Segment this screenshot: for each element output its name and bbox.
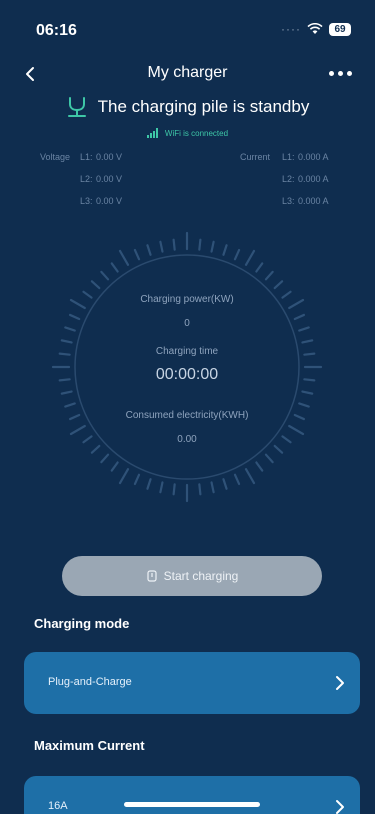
more-icon-dot	[337, 70, 343, 76]
charging-mode-value: Plug-and-Charge	[48, 676, 132, 688]
current-value: 0.000 A	[298, 174, 329, 184]
status-bar: 06:16 ···· 69	[0, 0, 375, 50]
current-value: 0.000 A	[298, 196, 329, 206]
charging-time-label: Charging time	[155, 346, 219, 357]
more-icon-dot	[346, 70, 352, 76]
battery-indicator: 69	[329, 22, 351, 36]
voltage-value: 0.00 V	[96, 196, 123, 206]
current-label: Current	[240, 152, 271, 162]
start-charging-button[interactable]: Start charging	[62, 556, 322, 596]
charging-mode-title: Charging mode	[34, 616, 130, 631]
charging-power-label: Charging power(KW)	[140, 294, 234, 305]
current-phase: L1:	[282, 152, 295, 162]
page-title: My charger	[147, 64, 228, 81]
status-icons: ···· 69	[281, 22, 351, 36]
home-indicator	[124, 802, 260, 807]
cellular-signal-icon: ····	[281, 22, 301, 36]
power-icon	[147, 570, 157, 582]
charging-time-value: 00:00:00	[155, 366, 219, 383]
start-charging-label: Start charging	[163, 569, 239, 583]
maximum-current-value: 16A	[48, 800, 68, 812]
current-phase: L3:	[282, 196, 295, 206]
voltage-label: Voltage	[40, 152, 71, 162]
charger-status: The charging pile is standby	[0, 96, 375, 118]
electrical-readings: Voltage L1: 0.00 V L2: 0.00 V L3: 0.00 V…	[0, 152, 375, 212]
more-icon	[328, 70, 334, 76]
charging-mode-selector[interactable]: Plug-and-Charge	[24, 652, 360, 714]
chevron-right-icon	[336, 676, 344, 690]
nav-bar: My charger	[0, 56, 375, 90]
current-value: 0.000 A	[298, 152, 329, 162]
wifi-icon	[307, 23, 323, 34]
charger-status-text: The charging pile is standby	[97, 97, 310, 116]
wifi-status-text: WiFi is connected	[164, 128, 229, 138]
consumed-electricity-value: 0.00	[177, 434, 197, 445]
charging-power-value: 0	[184, 318, 190, 329]
charging-pile-icon	[67, 97, 86, 117]
voltage-value: 0.00 V	[96, 152, 123, 162]
current-phase: L2:	[282, 174, 295, 184]
wifi-status: WiFi is connected	[0, 128, 375, 138]
dial-readouts: Charging power(KW) 0 Charging time 00:00…	[48, 228, 326, 506]
chevron-right-icon	[336, 800, 344, 814]
status-time: 06:16	[36, 22, 77, 39]
voltage-phase: L3:	[80, 196, 93, 206]
consumed-electricity-label: Consumed electricity(KWH)	[125, 410, 249, 421]
more-options-button[interactable]	[323, 60, 357, 86]
maximum-current-title: Maximum Current	[34, 738, 145, 753]
voltage-phase: L2:	[80, 174, 93, 184]
maximum-current-selector[interactable]: 16A	[24, 776, 360, 814]
voltage-phase: L1:	[80, 152, 93, 162]
voltage-value: 0.00 V	[96, 174, 123, 184]
wifi-signal-icon	[146, 128, 158, 138]
